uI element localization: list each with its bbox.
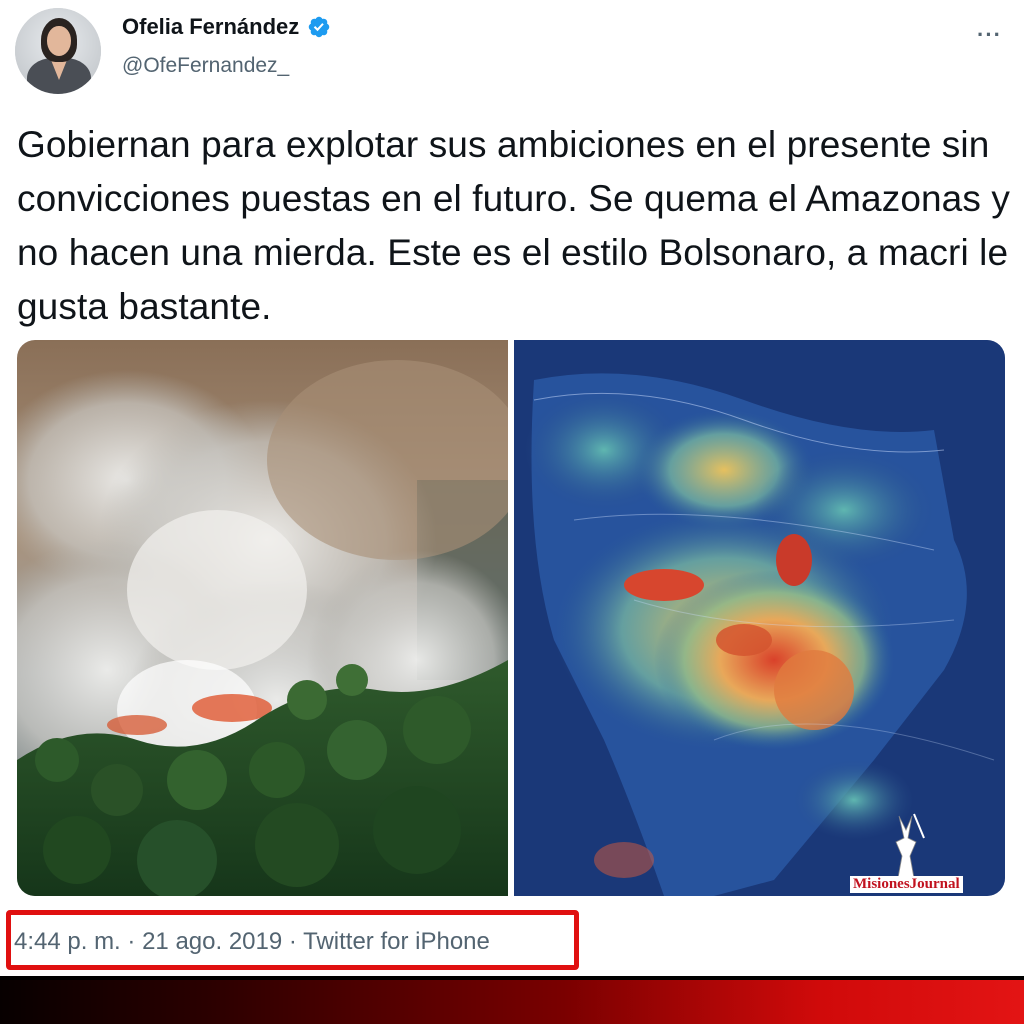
watermark-text: MisionesJournal: [850, 876, 963, 893]
meta-separator: ·: [127, 928, 136, 955]
amazon-fire-photo[interactable]: [17, 340, 508, 896]
tweet-date[interactable]: 21 ago. 2019: [142, 928, 282, 955]
more-options-icon[interactable]: ···: [977, 22, 1002, 48]
author-name-row: Ofelia Fernández: [122, 14, 331, 40]
tweet-meta: 4:44 p. m. · 21 ago. 2019 · Twitter for …: [14, 928, 490, 956]
tweet-source: Twitter for iPhone: [303, 928, 490, 955]
meta-separator: ·: [288, 928, 297, 955]
verified-badge-icon: [307, 15, 331, 39]
bottom-band: [0, 980, 1024, 1024]
avatar[interactable]: [15, 8, 101, 94]
tweet-time[interactable]: 4:44 p. m.: [14, 928, 121, 955]
tweet-screenshot: Ofelia Fernández @OfeFernandez_ ··· Gobi…: [0, 0, 1024, 1024]
author-display-name[interactable]: Ofelia Fernández: [122, 14, 299, 40]
author-handle[interactable]: @OfeFernandez_: [122, 54, 289, 78]
tweet-text: Gobiernan para explotar sus ambiciones e…: [17, 124, 1010, 327]
